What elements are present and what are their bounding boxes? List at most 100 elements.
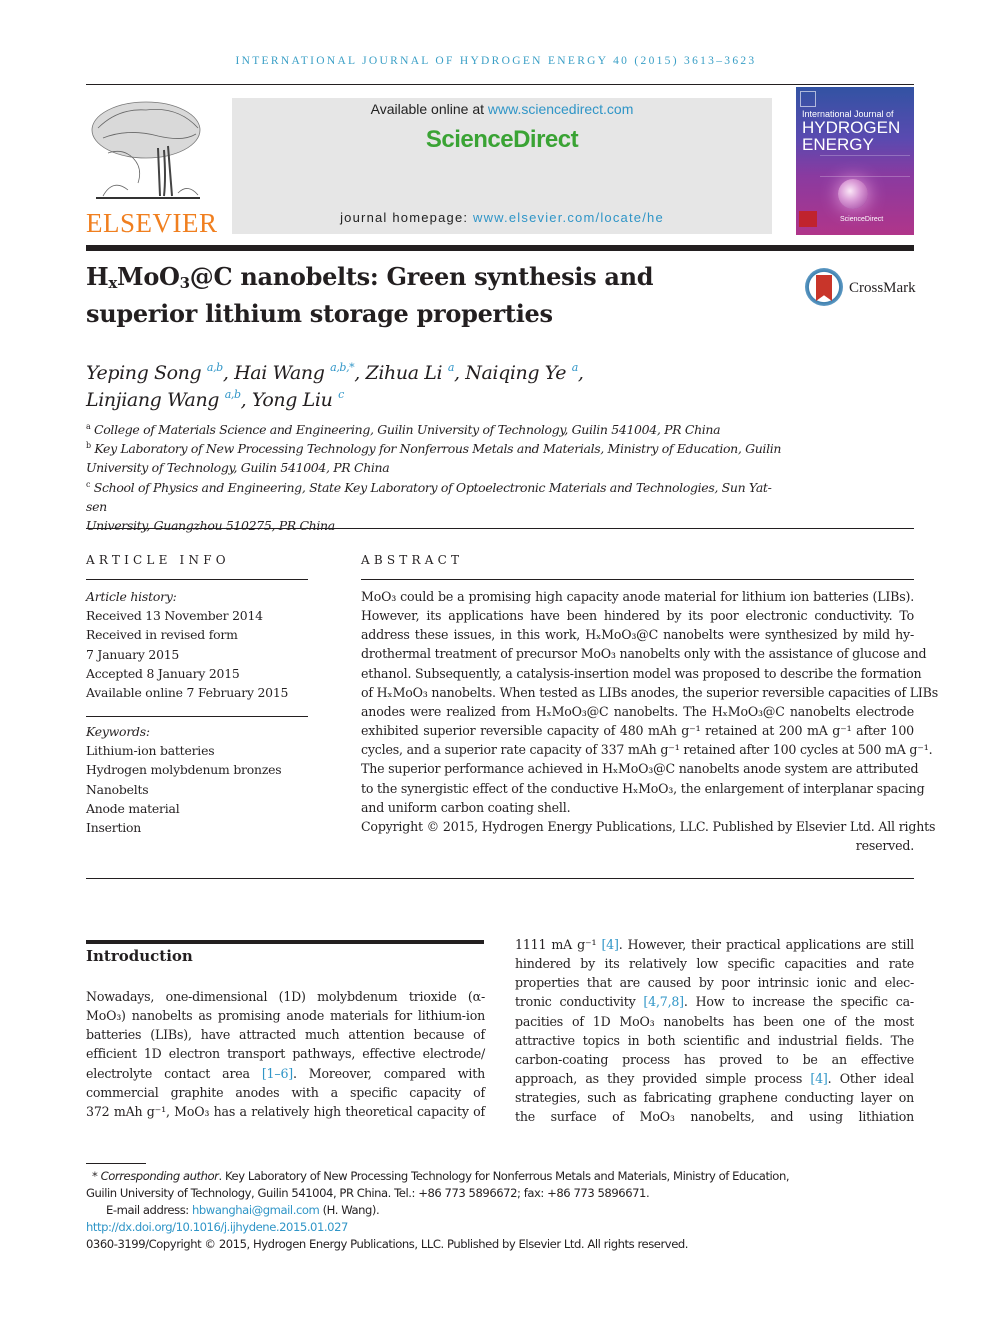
- cover-title-line2: ENERGY: [802, 135, 874, 154]
- abstract-line: address these issues, in this work, HₓMo…: [361, 627, 914, 643]
- abstract-line: The superior performance achieved in HₓM…: [361, 761, 919, 777]
- available-online: Available online at www.sciencedirect.co…: [232, 101, 772, 117]
- abstract-line: drothermal treatment of precursor MoO₃ n…: [361, 646, 927, 662]
- author-list: Yeping Song a,b, Hai Wang a,b,*, Zihua L…: [86, 361, 584, 411]
- journal-cover[interactable]: International Journal of HYDROGEN ENERGY…: [796, 87, 914, 235]
- journal-homepage: journal homepage: www.elsevier.com/locat…: [232, 210, 772, 225]
- keyword[interactable]: Hydrogen molybdenum bronzes: [86, 760, 316, 779]
- author[interactable]: Hai Wang: [234, 362, 325, 384]
- citation-link[interactable]: [1–6]: [262, 1066, 293, 1081]
- crossmark-label: CrossMark: [849, 280, 916, 296]
- email-link[interactable]: hbwanghai@gmail.com: [192, 1203, 320, 1217]
- body-line: hindered by its relatively low specific …: [515, 956, 914, 972]
- abstract-line: MoO₃ could be a promising high capacity …: [361, 589, 914, 604]
- sciencedirect-banner: Available online at www.sciencedirect.co…: [232, 98, 772, 234]
- article-info-heading: ARTICLE INFO: [86, 553, 230, 567]
- journal-homepage-label: journal homepage:: [340, 210, 473, 225]
- body-line: carbon-coating process has proved to be …: [515, 1051, 914, 1067]
- affiliation-text: School of Physics and Engineering, State…: [86, 479, 772, 514]
- author-affiliation[interactable]: a,b: [225, 388, 241, 401]
- article-history-label: Article history:: [86, 589, 177, 604]
- affiliation-key: c: [86, 479, 91, 489]
- history-item: Available online 7 February 2015: [86, 685, 289, 701]
- crossmark-badge[interactable]: CrossMark: [805, 268, 925, 310]
- affiliation-text: Key Laboratory of New Processing Technol…: [94, 441, 782, 457]
- author-affiliation[interactable]: a: [572, 361, 579, 374]
- keyword[interactable]: Anode material: [86, 799, 316, 818]
- section-rule: [86, 940, 484, 944]
- body-line-with-ref[interactable]: 1111 mA g⁻¹ [4]. However, their practica…: [515, 935, 914, 954]
- corresponding-author-label: Corresponding author: [100, 1169, 219, 1183]
- body-line: pacities of 1D MoO₃ nanobelts has been o…: [515, 1013, 914, 1029]
- journal-homepage-link[interactable]: www.elsevier.com/locate/he: [473, 210, 664, 225]
- author[interactable]: Yeping Song: [86, 362, 202, 384]
- abstract-copyright-end: reserved.: [855, 838, 914, 854]
- cover-title: HYDROGEN ENERGY: [802, 119, 900, 153]
- citation-link[interactable]: [4]: [601, 937, 618, 952]
- footnote-rule: [86, 1163, 146, 1164]
- available-online-label: Available online at: [370, 101, 488, 117]
- author[interactable]: Linjiang Wang: [86, 389, 219, 411]
- abstract-text: MoO₃ could be a promising high capacity …: [361, 587, 938, 855]
- author-affiliation[interactable]: c: [338, 388, 344, 401]
- doi-line: http://dx.doi.org/10.1016/j.ijhydene.201…: [86, 1219, 926, 1236]
- email-suffix: (H. Wang).: [319, 1203, 380, 1218]
- author-affiliation[interactable]: a,b: [207, 361, 223, 374]
- body-line: the surface of MoO₃ nanobelts, and using…: [515, 1109, 914, 1125]
- author[interactable]: Naiqing Ye: [465, 362, 566, 384]
- doi-link[interactable]: http://dx.doi.org/10.1016/j.ijhydene.201…: [86, 1220, 348, 1234]
- affiliation-text: University, Guangzhou 510275, PR China: [86, 518, 335, 534]
- body-line-with-ref[interactable]: electrolyte contact area [1–6]. Moreover…: [86, 1064, 485, 1083]
- keywords-label: Keywords:: [86, 724, 150, 739]
- abstract-line: and uniform carbon coating shell.: [361, 799, 571, 815]
- title-h: H: [86, 262, 109, 291]
- keywords: Keywords: Lithium-ion batteries Hydrogen…: [86, 722, 316, 837]
- body-line: MoO₃) nanobelts as promising anode mater…: [86, 1008, 485, 1024]
- body-line: properties that are caused by poor intri…: [515, 975, 914, 991]
- abstract-line: to the synergistic effect of the conduct…: [361, 780, 925, 796]
- body-line: 372 mAh g⁻¹, MoO₃ has a relatively high …: [86, 1103, 485, 1119]
- divider: [86, 716, 308, 717]
- sciencedirect-brand[interactable]: ScienceDirect: [232, 126, 772, 154]
- body-line: batteries (LIBs), have attracted much at…: [86, 1027, 485, 1043]
- author[interactable]: Yong Liu: [252, 389, 333, 411]
- elsevier-logo[interactable]: ELSEVIER: [86, 96, 218, 238]
- abstract-line: However, its applications have been hind…: [361, 608, 914, 624]
- intro-column-2: 1111 mA g⁻¹ [4]. However, their practica…: [515, 935, 914, 1127]
- body-line: efficient 1D electron transport pathways…: [86, 1046, 485, 1062]
- cover-publisher-icon: [799, 211, 817, 227]
- affiliation-text: University of Technology, Guilin 541004,…: [86, 460, 390, 476]
- affiliation-key: a: [86, 422, 91, 431]
- title-line2: superior lithium storage properties: [86, 299, 553, 328]
- title-moo: MoO: [117, 262, 180, 291]
- citation-link[interactable]: [4]: [810, 1071, 827, 1086]
- cover-editors: [820, 155, 910, 177]
- abstract-line: anodes were realized from HₓMoO₃@C nanob…: [361, 703, 914, 719]
- body-line: Nowadays, one-dimensional (1D) molybdenu…: [86, 989, 485, 1004]
- elsevier-wordmark: ELSEVIER: [86, 208, 218, 238]
- divider: [86, 528, 914, 529]
- article-title: HxMoO3@C nanobelts: Green synthesis and …: [86, 258, 766, 332]
- history-item: 7 January 2015: [86, 646, 180, 662]
- sciencedirect-link[interactable]: www.sciencedirect.com: [488, 101, 634, 117]
- body-line: commercial graphite anodes with a specif…: [86, 1084, 485, 1100]
- affiliation-text: College of Materials Science and Enginee…: [94, 422, 721, 437]
- history-item: Received in revised form: [86, 627, 238, 643]
- keyword[interactable]: Lithium-ion batteries: [86, 741, 316, 760]
- corresponding-author-address: Guilin University of Technology, Guilin …: [86, 1186, 650, 1201]
- body-line-with-ref[interactable]: approach, as they provided simple proces…: [515, 1069, 914, 1088]
- keyword[interactable]: Insertion: [86, 818, 316, 837]
- keyword[interactable]: Nanobelts: [86, 780, 316, 799]
- abstract-line: exhibited superior reversible capacity o…: [361, 723, 914, 739]
- body-line-with-ref[interactable]: tronic conductivity [4,7,8]. How to incr…: [515, 992, 914, 1011]
- author[interactable]: Zihua Li: [366, 362, 443, 384]
- abstract-heading: ABSTRACT: [361, 553, 464, 567]
- affiliation-key: b: [86, 441, 91, 451]
- divider: [86, 579, 308, 580]
- abstract-copyright: Copyright © 2015, Hydrogen Energy Public…: [361, 818, 936, 834]
- abstract-line: ethanol. Subsequently, a catalysis-inser…: [361, 665, 922, 681]
- author-affiliation[interactable]: a: [448, 361, 455, 374]
- divider: [361, 579, 914, 580]
- citation-link[interactable]: [4,7,8]: [643, 994, 684, 1009]
- author-affiliation[interactable]: a,b,*: [330, 361, 354, 374]
